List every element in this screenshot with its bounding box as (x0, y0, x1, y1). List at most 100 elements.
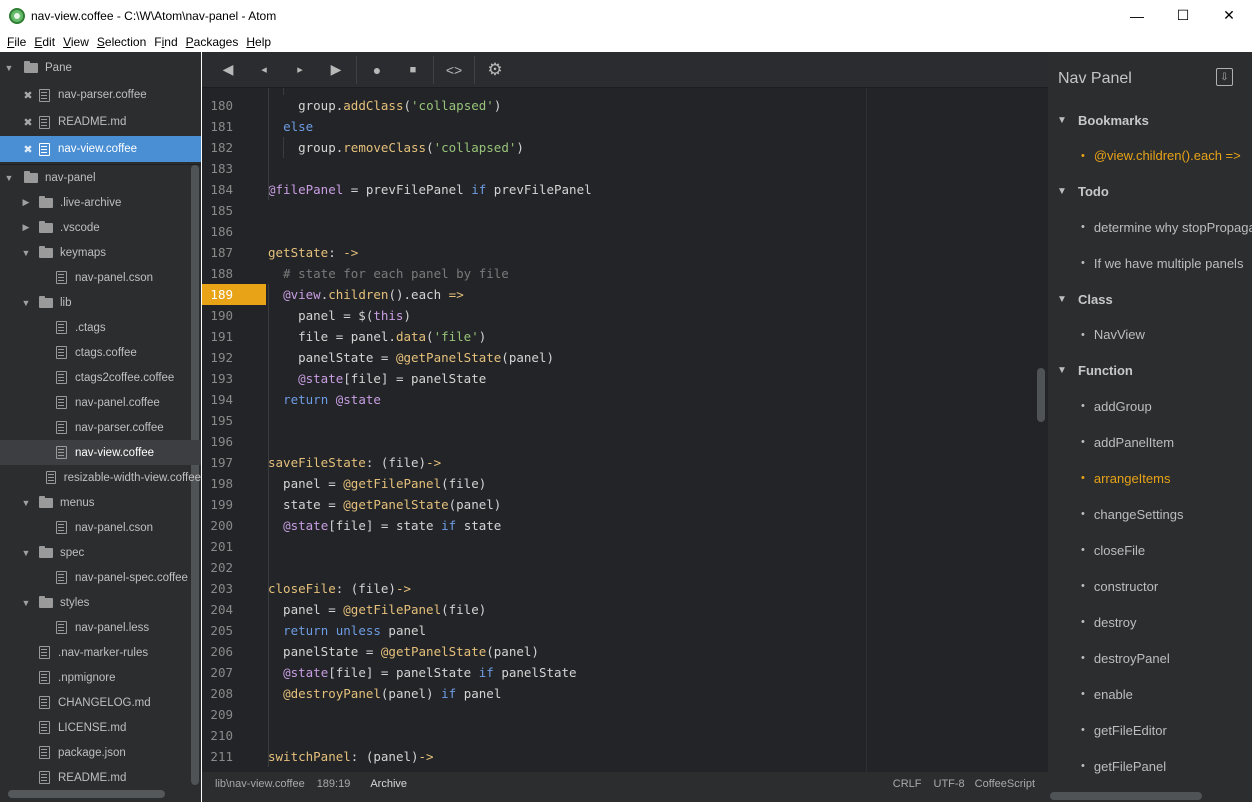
tree-file-item[interactable]: CHANGELOG.md (0, 690, 201, 715)
open-file-item[interactable]: ✖ nav-parser.coffee (0, 82, 201, 108)
bullet-icon: • (1081, 221, 1085, 233)
tree-file-item[interactable]: nav-view.coffee (0, 440, 201, 465)
line-number: 211 (210, 749, 233, 764)
nav-item[interactable]: • destroyPanel (1048, 646, 1252, 670)
tree-folder-item[interactable]: ▶ .live-archive (0, 190, 201, 215)
nav-item[interactable]: • addGroup (1048, 394, 1252, 418)
open-file-item[interactable]: ✖ nav-view.coffee (0, 136, 201, 162)
tree-file-item[interactable]: README.md (0, 765, 201, 790)
nav-item[interactable]: • constructor (1048, 574, 1252, 598)
tree-file-item[interactable]: resizable-width-view.coffee (0, 465, 201, 490)
maximize-button[interactable]: ☐ (1160, 0, 1206, 31)
code-line: state = @getPanelState(panel) (268, 497, 502, 512)
menu-item-view[interactable]: View (59, 35, 93, 49)
tree-file-item[interactable]: nav-panel.coffee (0, 390, 201, 415)
status-line-ending[interactable]: CRLF (893, 778, 922, 790)
nav-group-bookmarks[interactable]: ▼ Bookmarks (1048, 108, 1252, 132)
tree-folder-item[interactable]: ▼ menus (0, 490, 201, 515)
nav-item[interactable]: • destroy (1048, 610, 1252, 634)
minimize-button[interactable]: — (1114, 0, 1160, 31)
chevron-right-button[interactable]: ▸ (282, 52, 318, 88)
menu-item-help[interactable]: Help (242, 35, 275, 49)
arrow-left-icon: ◀ (222, 61, 234, 77)
close-button[interactable]: ✕ (1206, 0, 1252, 31)
status-grammar[interactable]: CoffeeScript (975, 778, 1035, 790)
tree-folder-item[interactable]: ▼ styles (0, 590, 201, 615)
tree-file-item[interactable]: package.json (0, 740, 201, 765)
tree-file-item[interactable]: .ctags (0, 315, 201, 340)
tree-folder-item[interactable]: ▶ .vscode (0, 215, 201, 240)
tree-file-item[interactable]: nav-panel.cson (0, 265, 201, 290)
tree-folder-item[interactable]: ▼ spec (0, 540, 201, 565)
menu-bar: File Edit View Selection Find Packages Help (0, 31, 1252, 52)
tree-folder-item[interactable]: ▼ lib (0, 290, 201, 315)
nav-item[interactable]: • arrangeItems (1048, 466, 1252, 490)
tree-file-item[interactable]: nav-panel.cson (0, 515, 201, 540)
chevron-left-button[interactable]: ◂ (246, 52, 282, 88)
folder-icon (24, 60, 38, 73)
tree-horizontal-scrollbar[interactable] (8, 790, 165, 798)
editor-vertical-scrollbar[interactable] (1037, 368, 1045, 422)
nav-item[interactable]: • getFileEditor (1048, 718, 1252, 742)
nav-item[interactable]: • addPanelItem (1048, 430, 1252, 454)
menu-item-find[interactable]: Find (150, 35, 181, 49)
close-icon[interactable]: ✖ (23, 143, 33, 156)
code-line: panelState = @getPanelState(panel) (268, 350, 554, 365)
bullet-icon: • (1081, 688, 1085, 700)
line-number: 188 (210, 266, 233, 281)
chevron-down-icon: ▼ (4, 172, 14, 183)
code-button[interactable]: <> (436, 52, 472, 88)
code-area[interactable]: group.addClass('collapsed') else group.r… (268, 88, 1038, 772)
status-archive[interactable]: Archive (370, 778, 407, 790)
nav-item-label: getFilePanel (1093, 758, 1167, 774)
close-icon[interactable]: ✖ (23, 89, 33, 102)
nav-item[interactable]: • determine why stopPropagation doesn't w… (1048, 215, 1252, 239)
nav-item[interactable]: • NavView (1048, 323, 1252, 347)
status-encoding[interactable]: UTF-8 (934, 778, 965, 790)
close-icon[interactable]: ✖ (23, 116, 33, 129)
nav-item[interactable]: • If we have multiple panels (1048, 251, 1252, 275)
tree-item-label: ctags2coffee.coffee (75, 371, 175, 384)
tree-item-label: keymaps (60, 246, 107, 259)
code-line: panelState = @getPanelState(panel) (268, 644, 539, 659)
stop-button[interactable]: ■ (395, 52, 431, 88)
menu-item-packages[interactable]: Packages (182, 35, 243, 49)
nav-item[interactable]: • closeFile (1048, 538, 1252, 562)
nav-group-todo[interactable]: ▼ Todo (1048, 180, 1252, 204)
map-pin-button[interactable]: ● (359, 52, 395, 88)
line-number: 200 (210, 518, 233, 533)
status-file-path[interactable]: lib\nav-view.coffee (215, 778, 305, 790)
tree-file-item[interactable]: nav-parser.coffee (0, 415, 201, 440)
arrow-left-button[interactable]: ◀ (210, 52, 246, 88)
menu-item-edit[interactable]: Edit (30, 35, 59, 49)
nav-item[interactable]: • enable (1048, 682, 1252, 706)
menu-item-file[interactable]: File (3, 35, 30, 49)
arrow-right-button[interactable]: ▶ (318, 52, 354, 88)
status-cursor-position[interactable]: 189:19 (317, 778, 351, 790)
tree-file-item[interactable]: LICENSE.md (0, 715, 201, 740)
tree-file-item[interactable]: nav-panel.less (0, 615, 201, 640)
nav-item[interactable]: • changeSettings (1048, 502, 1252, 526)
tree-file-item[interactable]: nav-panel-spec.coffee (0, 565, 201, 590)
open-file-item[interactable]: ✖ README.md (0, 109, 201, 135)
code-line: group.addClass('collapsed') (268, 98, 502, 113)
gear-button[interactable]: ⚙ (477, 52, 513, 88)
tree-project-root[interactable]: ▼ nav-panel (0, 165, 201, 190)
tree-file-item[interactable]: .nav-marker-rules (0, 640, 201, 665)
nav-item[interactable]: • getFilePanel (1048, 754, 1252, 778)
tree-item-label: ctags.coffee (75, 346, 137, 359)
menu-item-selection[interactable]: Selection (93, 35, 150, 49)
line-number: 184 (210, 182, 233, 197)
nav-horizontal-scrollbar[interactable] (1050, 792, 1202, 800)
tree-file-item[interactable]: ctags.coffee (0, 340, 201, 365)
line-number: 194 (210, 392, 233, 407)
tree-folder-item[interactable]: ▼ keymaps (0, 240, 201, 265)
nav-item[interactable]: • @view.children().each => (1048, 144, 1252, 168)
tree-item-label: .npmignore (58, 671, 116, 684)
tree-file-item[interactable]: .npmignore (0, 665, 201, 690)
download-icon[interactable]: ⇩ (1216, 68, 1233, 86)
tree-file-item[interactable]: ctags2coffee.coffee (0, 365, 201, 390)
nav-group-function[interactable]: ▼ Function (1048, 359, 1252, 383)
nav-group-class[interactable]: ▼ Class (1048, 287, 1252, 311)
tree-pane-header[interactable]: ▼ Pane (0, 55, 201, 80)
